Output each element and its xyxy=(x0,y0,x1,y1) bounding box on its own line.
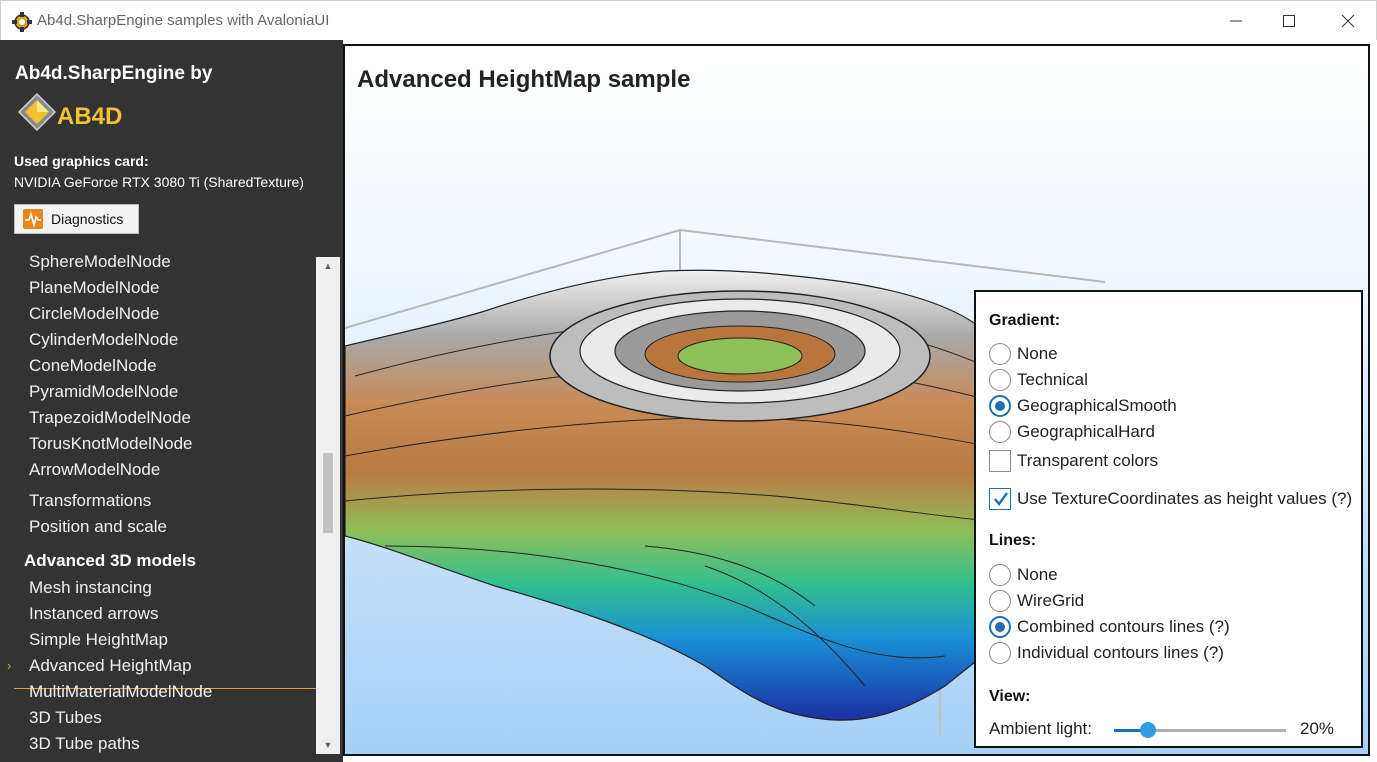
nav-item-pyramidmodelnode[interactable]: PyramidModelNode xyxy=(29,382,178,402)
diagnostics-button[interactable]: Diagnostics xyxy=(14,204,139,234)
nav-item-3d-tube-paths[interactable]: 3D Tube paths xyxy=(29,734,140,754)
nav-item-3d-tubes[interactable]: 3D Tubes xyxy=(29,708,102,728)
options-panel: Gradient: None Technical GeographicalSmo… xyxy=(974,290,1363,748)
view-header: View: xyxy=(989,688,1031,705)
nav-item-instanced-arrows[interactable]: Instanced arrows xyxy=(29,604,158,624)
page-title: Advanced HeightMap sample xyxy=(357,66,691,93)
gradient-option-technical[interactable]: Technical xyxy=(989,368,1088,392)
radio-button[interactable] xyxy=(989,369,1011,391)
radio-button[interactable] xyxy=(989,421,1011,443)
nav-header-advanced-3d-models: Advanced 3D models xyxy=(24,551,196,570)
ambient-light-slider[interactable] xyxy=(1114,722,1286,738)
svg-text:AB4D: AB4D xyxy=(57,103,122,130)
nav-item-cylindermodelnode[interactable]: CylinderModelNode xyxy=(29,330,178,350)
graphics-card-value: NVIDIA GeForce RTX 3080 Ti (SharedTextur… xyxy=(14,174,304,190)
nav-item-mesh-instancing[interactable]: Mesh instancing xyxy=(29,578,152,598)
radio-label: Individual contours lines (?) xyxy=(1017,643,1224,662)
nav-item-trapezoidmodelnode[interactable]: TrapezoidModelNode xyxy=(29,408,191,428)
sample-navigation-list: SphereModelNode PlaneModelNode CircleMod… xyxy=(0,251,316,762)
use-texture-coordinates-checkbox[interactable]: Use TextureCoordinates as height values … xyxy=(989,487,1352,511)
nav-item-position-and-scale[interactable]: Position and scale xyxy=(29,517,167,537)
ambient-light-label: Ambient light: xyxy=(989,719,1092,738)
radio-label: Technical xyxy=(1017,370,1088,389)
gradient-option-geographicalsmooth[interactable]: GeographicalSmooth xyxy=(989,394,1177,418)
selected-item-marker: › xyxy=(7,658,12,673)
maximize-icon xyxy=(1283,15,1295,27)
close-icon xyxy=(1341,14,1355,28)
nav-item-simple-heightmap[interactable]: Simple HeightMap xyxy=(29,630,168,650)
checkbox-box[interactable] xyxy=(989,450,1011,472)
nav-item-spheremodelnode[interactable]: SphereModelNode xyxy=(29,252,171,272)
nav-item-conemodelnode[interactable]: ConeModelNode xyxy=(29,356,157,376)
radio-button-selected[interactable] xyxy=(989,395,1011,417)
nav-item-arrowmodelnode[interactable]: ArrowModelNode xyxy=(29,460,160,480)
lines-option-combined-contours[interactable]: Combined contours lines (?) xyxy=(989,615,1230,639)
radio-button[interactable] xyxy=(989,564,1011,586)
diagnostics-pulse-icon xyxy=(23,209,43,229)
radio-label: Combined contours lines (?) xyxy=(1017,617,1230,636)
gradient-option-geographicalhard[interactable]: GeographicalHard xyxy=(989,420,1155,444)
lines-header: Lines: xyxy=(989,532,1037,549)
scroll-down-arrow-icon[interactable]: ▼ xyxy=(316,736,340,754)
gradient-header: Gradient: xyxy=(989,312,1061,329)
nav-item-multimaterialmodelnode[interactable]: MultiMaterialModelNode xyxy=(29,682,212,702)
radio-label: GeographicalHard xyxy=(1017,422,1155,441)
scrollbar-thumb[interactable] xyxy=(323,453,333,533)
slider-thumb[interactable] xyxy=(1140,722,1157,738)
radio-label: GeographicalSmooth xyxy=(1017,396,1177,415)
brand-title: Ab4d.SharpEngine by xyxy=(15,63,213,84)
nav-item-torusknotmodelnode[interactable]: TorusKnotModelNode xyxy=(29,434,192,454)
transparent-colors-checkbox[interactable]: Transparent colors xyxy=(989,449,1158,473)
diagnostics-label: Diagnostics xyxy=(51,211,124,227)
sidebar: Ab4d.SharpEngine by AB4D Used graphics c… xyxy=(0,40,343,762)
ambient-light-row: Ambient light: 20% xyxy=(989,718,1349,742)
title-bar: Ab4d.SharpEngine samples with AvaloniaUI xyxy=(0,0,1377,40)
lines-option-wiregrid[interactable]: WireGrid xyxy=(989,589,1084,613)
minimize-button[interactable] xyxy=(1211,1,1261,41)
sidebar-scrollbar[interactable]: ▲ ▼ xyxy=(316,257,340,754)
checkbox-label: Use TextureCoordinates as height values … xyxy=(1017,489,1353,508)
nav-item-circlemodelnode[interactable]: CircleModelNode xyxy=(29,304,159,324)
checkbox-box-checked[interactable] xyxy=(989,488,1011,510)
lines-option-none[interactable]: None xyxy=(989,563,1058,587)
minimize-icon xyxy=(1230,20,1242,22)
ab4d-logo: AB4D xyxy=(17,92,122,132)
radio-button[interactable] xyxy=(989,343,1011,365)
nav-item-advanced-heightmap[interactable]: Advanced HeightMap xyxy=(29,656,192,676)
radio-label: None xyxy=(1017,344,1058,363)
lines-option-individual-contours[interactable]: Individual contours lines (?) xyxy=(989,641,1224,665)
nav-item-planemodelnode[interactable]: PlaneModelNode xyxy=(29,278,159,298)
radio-button[interactable] xyxy=(989,642,1011,664)
app-icon xyxy=(12,12,32,32)
graphics-card-label: Used graphics card: xyxy=(14,153,149,169)
close-button[interactable] xyxy=(1323,1,1373,41)
checkbox-label: Transparent colors xyxy=(1017,451,1159,470)
radio-label: None xyxy=(1017,565,1058,584)
maximize-button[interactable] xyxy=(1264,1,1314,41)
checkmark-icon xyxy=(994,492,1008,506)
window-title: Ab4d.SharpEngine samples with AvaloniaUI xyxy=(37,12,330,29)
ambient-light-value: 20% xyxy=(1300,719,1335,738)
scroll-up-arrow-icon[interactable]: ▲ xyxy=(316,257,340,275)
gradient-option-none[interactable]: None xyxy=(989,342,1058,366)
radio-button[interactable] xyxy=(989,590,1011,612)
nav-item-transformations[interactable]: Transformations xyxy=(29,491,151,511)
radio-button-selected[interactable] xyxy=(989,616,1011,638)
radio-label: WireGrid xyxy=(1017,591,1085,610)
